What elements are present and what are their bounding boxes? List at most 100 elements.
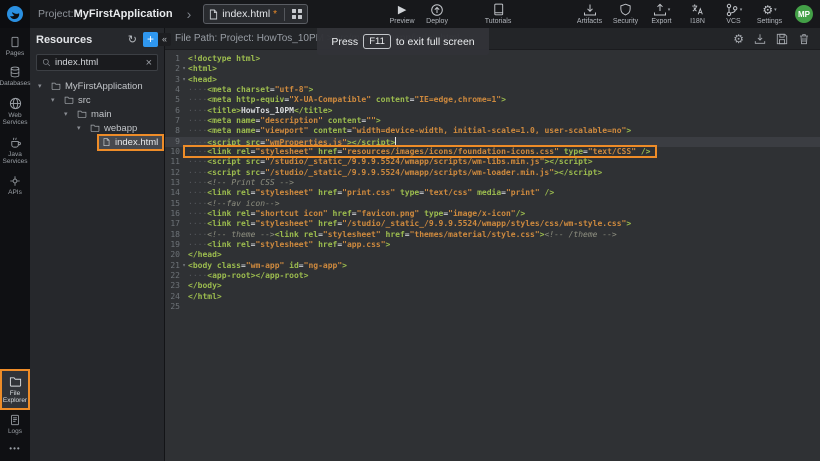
file-icon: [102, 137, 111, 148]
resources-panel: Resources ↻ + × ▾ MyFirstApplication▾ sr…: [30, 28, 165, 461]
code-line-9[interactable]: 9 ····<script src="wmProperties.js"></sc…: [165, 137, 820, 147]
tutorials-button[interactable]: Tutorials: [482, 3, 515, 25]
code-line-13[interactable]: 13 ····<!-- Print CSS -->: [165, 178, 820, 188]
code-line-19[interactable]: 19 ····<link rel="stylesheet" href="app.…: [165, 240, 820, 250]
code-line-7[interactable]: 7 ····<meta name="description" content="…: [165, 116, 820, 126]
expand-arrow-icon[interactable]: ▾: [51, 96, 61, 104]
sidebar-item-file-explorer[interactable]: File Explorer: [0, 370, 30, 409]
line-number: 15: [165, 199, 180, 209]
collapse-panel-button[interactable]: «: [158, 33, 171, 46]
sidebar-item-databases[interactable]: Databases: [0, 61, 30, 91]
tab-label: index.html: [222, 8, 270, 20]
code-line-12[interactable]: 12 ····<script src="/studio/_static_/9.9…: [165, 168, 820, 178]
code-line-5[interactable]: 5 ····<meta http-equiv="X-UA-Compatible"…: [165, 95, 820, 105]
vcs-button[interactable]: ▾ VCS: [717, 3, 750, 25]
code-line-18[interactable]: 18 ····<!-- theme --><link rel="styleshe…: [165, 230, 820, 240]
code-line-25[interactable]: 25: [165, 302, 820, 312]
code-line-15[interactable]: 15 ····<!--fav icon-->: [165, 199, 820, 209]
fold-marker: [180, 302, 188, 312]
tree-item-index.html[interactable]: index.html: [30, 135, 164, 149]
line-number: 4: [165, 85, 180, 95]
sidebar-item-label: File Explorer: [0, 390, 30, 405]
tree-item-webapp[interactable]: ▾ webapp: [30, 121, 164, 135]
sidebar-item-label: Databases: [0, 80, 31, 87]
code-line-8[interactable]: 8 ····<meta name="viewport" content="wid…: [165, 126, 820, 136]
fold-marker[interactable]: ▾: [180, 261, 188, 271]
expand-arrow-icon[interactable]: ▾: [38, 82, 48, 90]
code-line-11[interactable]: 11 ····<script src="/studio/_static_/9.9…: [165, 157, 820, 167]
tree-item-src[interactable]: ▾ src: [30, 93, 164, 107]
code-line-16[interactable]: 16 ····<link rel="shortcut icon" href="f…: [165, 209, 820, 219]
save-icon[interactable]: [776, 33, 788, 45]
search-input[interactable]: [55, 57, 142, 68]
vcs-icon: [725, 3, 739, 17]
button-label: VCS: [726, 18, 740, 25]
tab-divider: [284, 8, 285, 21]
code-line-6[interactable]: 6 ····<title>HowTos_10PM</title>: [165, 106, 820, 116]
folder-icon: [51, 81, 61, 91]
add-resource-button[interactable]: +: [143, 32, 158, 47]
trash-icon[interactable]: [798, 33, 810, 45]
code-line-20[interactable]: 20 </head>: [165, 250, 820, 260]
apis-icon: [9, 175, 21, 187]
tree-item-main[interactable]: ▾ main: [30, 107, 164, 121]
sidebar-item-more[interactable]: •••: [0, 439, 30, 457]
popup-text-prefix: Press: [331, 36, 358, 48]
preview-button[interactable]: ▶ Preview: [386, 3, 419, 25]
artifacts-button[interactable]: Artifacts: [573, 3, 606, 25]
file-tree: ▾ MyFirstApplication▾ src▾ main▾ webapp …: [30, 77, 164, 461]
fold-marker: [180, 126, 188, 136]
grid-icon[interactable]: [292, 9, 302, 19]
refresh-icon[interactable]: ↻: [128, 33, 137, 46]
code-line-2[interactable]: 2 ▾ <html>: [165, 64, 820, 74]
sidebar-item-pages[interactable]: Pages: [0, 31, 30, 61]
clear-search-icon[interactable]: ×: [146, 57, 152, 69]
app-logo-icon[interactable]: [0, 0, 30, 28]
code-line-3[interactable]: 3 ▾ <head>: [165, 75, 820, 85]
download-icon[interactable]: [754, 33, 766, 45]
i18n-button[interactable]: I18N: [681, 3, 714, 25]
sidebar-item-web-services[interactable]: Web Services: [0, 92, 30, 131]
deploy-button[interactable]: Deploy: [421, 3, 454, 25]
export-button[interactable]: ▾ Export: [645, 3, 678, 25]
line-number: 5: [165, 95, 180, 105]
resources-title: Resources: [36, 34, 122, 46]
code-line-17[interactable]: 17 ····<link rel="stylesheet" href="/stu…: [165, 219, 820, 229]
unsaved-indicator: *: [273, 9, 277, 20]
code-editor[interactable]: 1 <!doctype html> 2 ▾ <html> 3 ▾ <head> …: [165, 50, 820, 461]
topbar-right-actions: Artifacts Security ▾ Export I18N ▾ VCS ⚙…: [573, 3, 786, 25]
expand-arrow-icon[interactable]: ▾: [77, 124, 87, 132]
topbar-left-actions: ▶ Preview Deploy Tutorials: [386, 3, 515, 25]
gear-icon[interactable]: ⚙: [733, 33, 744, 45]
artifacts-icon: [583, 3, 597, 17]
code-line-23[interactable]: 23 </body>: [165, 281, 820, 291]
expand-arrow-icon[interactable]: ▾: [64, 110, 74, 118]
i18n-icon: [691, 3, 704, 16]
fold-marker: [180, 85, 188, 95]
line-number: 18: [165, 230, 180, 240]
security-button[interactable]: Security: [609, 3, 642, 25]
line-number: 16: [165, 209, 180, 219]
code-line-10[interactable]: 10 ····<link rel="stylesheet" href="reso…: [165, 147, 820, 157]
code-line-24[interactable]: 24 </html>: [165, 292, 820, 302]
deploy-icon: [430, 3, 444, 17]
fold-marker: [180, 178, 188, 188]
code-line-22[interactable]: 22 ····<app-root></app-root>: [165, 271, 820, 281]
code-line-1[interactable]: 1 <!doctype html>: [165, 54, 820, 64]
code-line-21[interactable]: 21 ▾ <body class="wm-app" id="ng-app">: [165, 261, 820, 271]
tree-item-label: webapp: [104, 123, 137, 134]
fold-marker[interactable]: ▾: [180, 75, 188, 85]
fold-marker[interactable]: ▾: [180, 64, 188, 74]
sidebar-item-logs[interactable]: Logs: [0, 409, 30, 439]
code-line-14[interactable]: 14 ····<link rel="stylesheet" href="prin…: [165, 188, 820, 198]
project-title: Project:MyFirstApplication: [38, 8, 173, 20]
sidebar-item-java-services[interactable]: Java Services: [0, 131, 30, 170]
tree-item-MyFirstApplication[interactable]: ▾ MyFirstApplication: [30, 79, 164, 93]
tab-index-html[interactable]: index.html *: [203, 4, 307, 24]
avatar[interactable]: MP: [795, 5, 813, 23]
sidebar-item-apis[interactable]: APIs: [0, 170, 30, 200]
settings-button[interactable]: ⚙▾ Settings: [753, 3, 786, 25]
line-number: 3: [165, 75, 180, 85]
code-line-4[interactable]: 4 ····<meta charset="utf-8">: [165, 85, 820, 95]
button-label: Artifacts: [577, 18, 602, 25]
